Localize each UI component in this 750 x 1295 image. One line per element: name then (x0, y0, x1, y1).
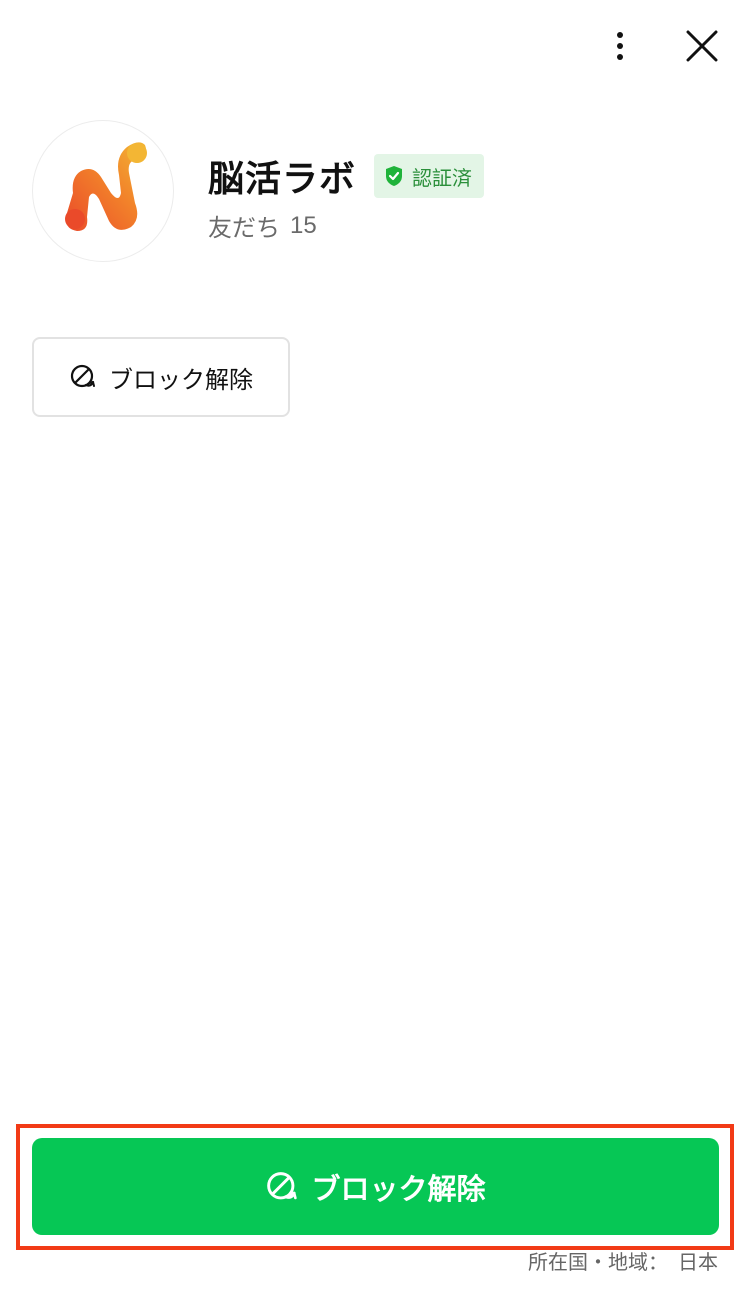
account-name: 脳活ラボ (208, 158, 357, 199)
close-x-icon (686, 30, 718, 62)
unblock-small-label: ブロック解除 (109, 366, 253, 394)
verified-shield-icon (384, 165, 404, 187)
friends-count-row[interactable]: 友だち 15 (208, 208, 317, 243)
profile-header: 脳活ラボ 認証済 友だち 15 (32, 120, 722, 270)
region-info: 所在国・地域： 日本 (528, 1246, 718, 1275)
vertical-ellipsis-icon (617, 32, 623, 60)
friends-count: 15 (290, 211, 317, 239)
close-button[interactable] (680, 24, 724, 68)
avatar[interactable] (32, 120, 174, 262)
unblock-icon (265, 1170, 299, 1204)
unblock-small-button[interactable]: ブロック解除 (32, 337, 290, 417)
top-bar (0, 0, 750, 90)
unblock-icon (69, 363, 97, 391)
unblock-primary-label: ブロック解除 (311, 1173, 486, 1206)
friends-label: 友だち (208, 215, 280, 242)
unblock-primary-button[interactable]: ブロック解除 (32, 1138, 719, 1235)
region-value: 日本 (678, 1252, 718, 1274)
brand-logo-icon (65, 142, 147, 231)
name-row: 脳活ラボ 認証済 (208, 152, 485, 200)
verified-badge: 認証済 (374, 154, 485, 198)
region-label: 所在国・地域： (528, 1252, 668, 1274)
more-options-button[interactable] (600, 24, 640, 68)
verified-label: 認証済 (412, 167, 473, 190)
